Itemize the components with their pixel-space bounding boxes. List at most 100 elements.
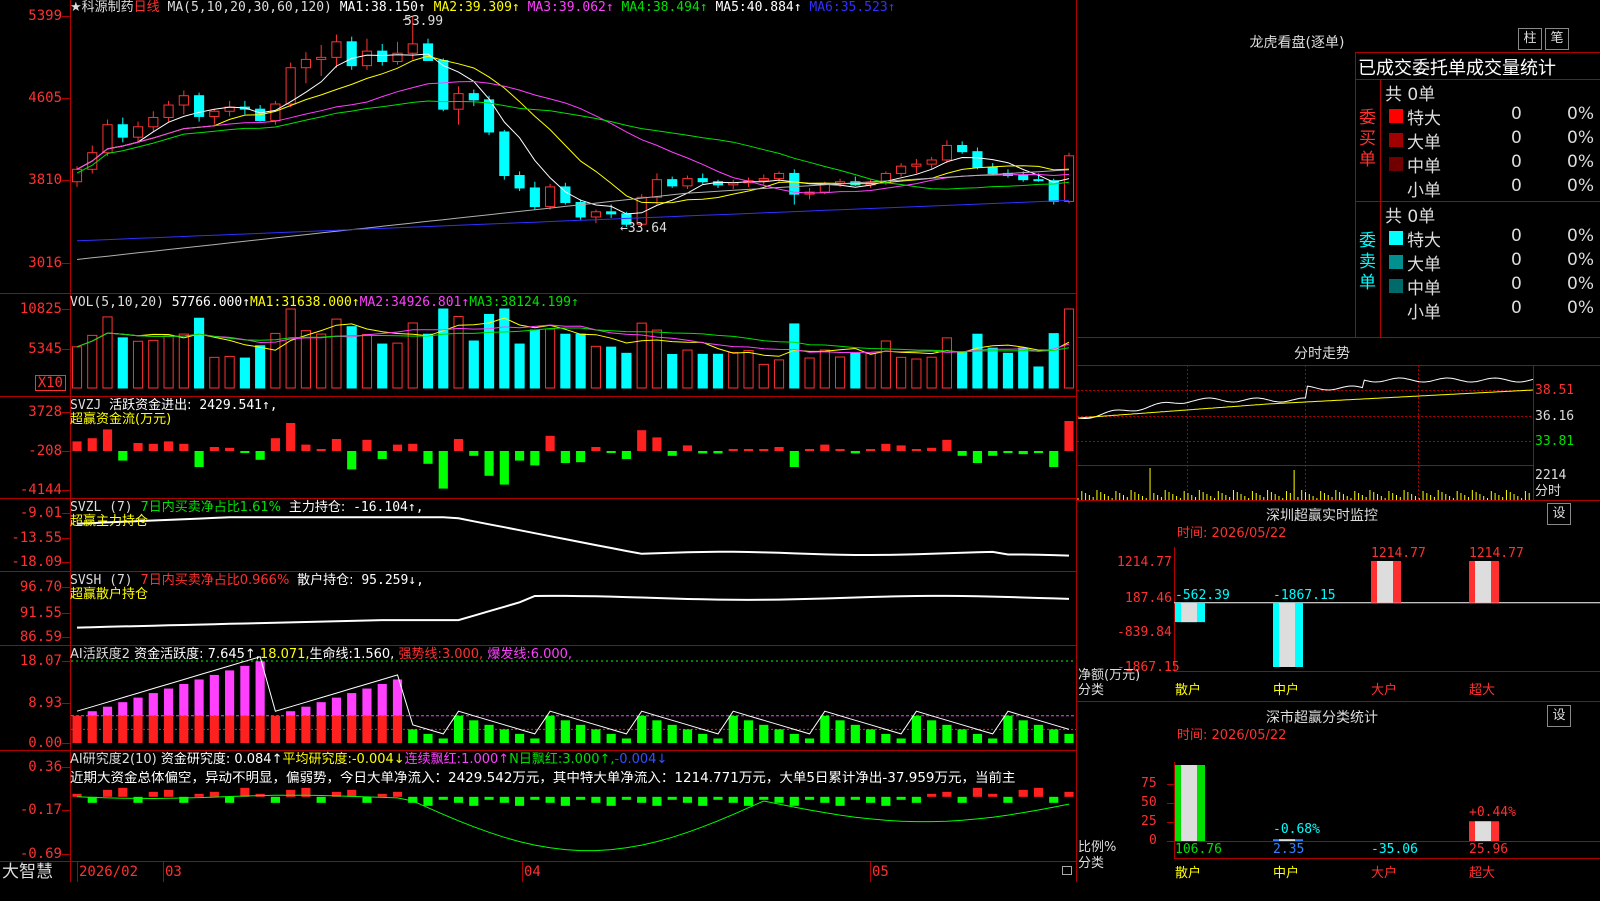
x-tick: 大户 [1371,866,1398,881]
research-bar [759,796,769,800]
row-pct: 0% [1567,274,1594,294]
research-bar [225,796,235,803]
stock-name[interactable]: ★科源制药 [70,0,134,15]
buy-row-small[interactable]: 小单 0 0% [1381,176,1600,201]
svzj-panel-header: SVZJ 活跃资金进出: 2429.541↑, [70,399,278,413]
candle [1018,175,1029,181]
research-bar [469,796,479,806]
research-bar [866,796,876,803]
flow-bar [545,435,555,451]
sell-row-small[interactable]: 小单 0 0% [1381,298,1600,323]
activity-bar [789,733,799,743]
activity-bar [499,729,509,743]
volume-bar [148,339,159,389]
ai-activity-label: AI活跃度2 [70,647,130,662]
sell-total: 共 0单 [1385,207,1436,227]
activity-bar [1003,715,1013,743]
y-tick: 0 [1149,833,1157,848]
intraday-panel[interactable]: 分时走势 38.51 36.16 33.81 2214 分时 [1077,337,1600,501]
research-bar [774,796,784,803]
volume-bar [102,316,113,389]
volume-bar [560,333,571,389]
row-name: 大单 [1407,133,1441,153]
ma-label: MA(5,10,20,30,60,120) [167,0,332,15]
activity-bar [331,697,342,716]
candle [667,179,678,187]
research-bar [667,796,677,800]
candle [926,159,937,165]
svzl-item: 主力持仓: [288,500,346,515]
row-name: 特大 [1407,109,1441,129]
activity-bar [331,715,342,743]
volume-bar [132,340,144,389]
research-bar [484,796,494,800]
volume-bar [850,352,861,389]
activity-bar [957,729,967,743]
research-bar [163,789,174,797]
legend-swatch [1389,109,1403,123]
bar-mode-button[interactable]: 柱 [1518,28,1542,50]
vol-ma3-value: 38124.199↑ [500,295,579,310]
tick-mode-button[interactable]: 笔 [1545,28,1569,50]
activity-bar [408,729,418,743]
flow-bar [957,451,967,456]
burst-line-value: 6.000, [530,647,573,662]
activity-bar [347,693,357,716]
high-price-note: 53.99 [404,14,444,29]
sell-row-super[interactable]: 特大 0 0% [1381,226,1600,251]
bar-change-label: +0.44% [1469,805,1516,820]
dzh-logo[interactable]: 大智慧 [2,862,53,882]
consecutive-red-value: 1.000↑ [461,752,510,767]
activity-bar [255,715,265,743]
buy-row-super[interactable]: 特大 0 0% [1381,104,1600,129]
svsh-panel-header: SVSH (7) 7日内买卖净占比0.966% 散户持仓: 95.259↓, [70,574,424,588]
y-tick: 1214.77 [1117,555,1172,570]
candle [1033,179,1044,182]
candlestick-series [71,15,1075,227]
volume-bar [1018,347,1029,389]
volume-bar [117,337,128,389]
research-bar [911,796,921,803]
y-tick: 3016 [28,255,62,271]
research-bar [270,796,280,803]
kline-chart-area[interactable]: 5399 4605 3810 3016 10825 5345 X10 3728 … [0,0,1077,882]
period-label[interactable]: 日线 [134,0,160,15]
y-tick: 36.16 [1535,409,1575,424]
volume-bar [224,355,235,389]
flow-bar [667,451,677,456]
lock-icon[interactable] [1062,866,1072,875]
class-bar-highlight [1181,765,1197,841]
activity-bar [148,715,158,743]
volume-bar [163,335,174,389]
research-bar [560,796,570,806]
row-count: 0 [1511,298,1522,318]
candle [209,110,220,117]
row-count: 0 [1511,250,1522,270]
activity-bar [667,724,677,743]
lhb-panel: 龙虎看盘(逐单) 柱 笔 已成交委托单成交量统计 委买单 委卖单 共 0单 特大… [1077,0,1600,338]
legend-swatch [1389,255,1403,269]
x-tick: 超大 [1469,683,1496,698]
flow-bar [286,423,296,451]
sell-row-large[interactable]: 大单 0 0% [1381,250,1600,275]
sell-row-medium[interactable]: 中单 0 0% [1381,274,1600,299]
flow-bar [1003,451,1013,453]
moving-average-lines [76,53,1070,260]
vol-label: VOL(5,10,20) [70,295,164,310]
activity-bar [850,724,860,743]
buy-row-medium[interactable]: 中单 0 0% [1381,152,1600,177]
volume-bar [682,349,693,389]
flow-bar [759,449,769,451]
vol-ma2-name: MA2: [359,295,391,310]
research-bar [118,787,128,797]
activity-bar [972,733,983,743]
research-bar [804,796,815,800]
activity-bar [530,738,540,743]
ma5-line [76,53,1070,215]
buy-row-large[interactable]: 大单 0 0% [1381,128,1600,153]
flow-bar [972,451,983,463]
y-tick: -9.01 [19,505,62,521]
ma3-name: MA3: [527,0,559,15]
volume-panel-header: VOL(5,10,20) 57766.000↑MA1:31638.000↑MA2… [70,296,579,310]
volume-bar [606,346,617,389]
